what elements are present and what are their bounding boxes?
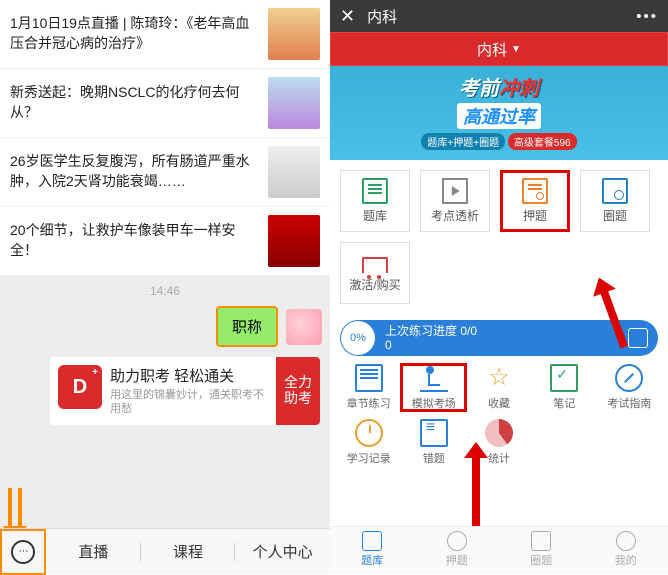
circle-icon bbox=[531, 531, 551, 551]
app-header: ✕ 内科 ••• bbox=[330, 0, 668, 32]
article-item[interactable]: 新秀送起：晚期NSCLC的化疗何去何从？ bbox=[0, 69, 330, 138]
tool-notes[interactable]: 笔记 bbox=[532, 364, 597, 411]
compass-icon bbox=[615, 364, 643, 392]
article-title: 1月10日19点直播 | 陈琦玲：《老年高血压合并冠心病的治疗》 bbox=[10, 14, 268, 53]
bottom-menu: 直播 课程 个人中心 bbox=[0, 528, 330, 574]
more-icon[interactable]: ••• bbox=[636, 8, 658, 25]
feature-analysis[interactable]: 考点透析 bbox=[420, 170, 490, 232]
annotation-arrows bbox=[8, 488, 22, 528]
promo-badge: 全力助考 bbox=[276, 357, 320, 425]
exam-icon bbox=[420, 364, 448, 392]
clock-icon bbox=[355, 419, 383, 447]
promo-title: 助力职考 轻松通关 bbox=[110, 365, 272, 386]
article-title: 26岁医学生反复腹泻，所有肠道严重水肿，入院2天肾功能衰竭…… bbox=[10, 152, 268, 191]
wechat-chat-panel: 1月10日19点直播 | 陈琦玲：《老年高血压合并冠心病的治疗》 新秀送起：晚期… bbox=[0, 0, 330, 574]
article-thumb bbox=[268, 146, 320, 198]
target-icon bbox=[447, 531, 467, 551]
keyboard-toggle-button[interactable] bbox=[0, 529, 46, 575]
feature-predict[interactable]: 押题 bbox=[500, 170, 570, 232]
tool-history[interactable]: 学习记录 bbox=[336, 419, 401, 466]
header-title: 内科 bbox=[367, 6, 397, 27]
nav-circle[interactable]: 圈题 bbox=[499, 527, 584, 574]
avatar[interactable] bbox=[286, 309, 322, 345]
article-thumb bbox=[268, 215, 320, 267]
article-thumb bbox=[268, 77, 320, 129]
feature-circle[interactable]: 圈题 bbox=[580, 170, 650, 232]
pie-icon bbox=[485, 419, 513, 447]
tool-row-2: 学习记录 错题 统计 bbox=[330, 411, 668, 518]
article-title: 新秀送起：晚期NSCLC的化疗何去何从？ bbox=[10, 83, 268, 122]
bank-icon bbox=[362, 531, 382, 551]
chevron-down-icon: ▼ bbox=[511, 44, 521, 55]
progress-bar[interactable]: 0% 上次练习进度 0/0 0 bbox=[340, 320, 658, 356]
article-item[interactable]: 1月10日19点直播 | 陈琦玲：《老年高血压合并冠心病的治疗》 bbox=[0, 0, 330, 69]
article-item[interactable]: 26岁医学生反复腹泻，所有肠道严重水肿，入院2天肾功能衰竭…… bbox=[0, 138, 330, 207]
bottom-nav: 题库 押题 圈题 我的 bbox=[330, 526, 668, 574]
document-icon bbox=[362, 178, 388, 204]
promo-banner[interactable]: 考前冲刺 高通过率 题库+押题+圈题 高级套餐596 bbox=[330, 66, 668, 160]
list-icon bbox=[420, 419, 448, 447]
tool-wrong[interactable]: 错题 bbox=[401, 419, 466, 466]
promo-subtitle: 用这里的锦囊妙计，通关职考不用愁 bbox=[110, 388, 272, 417]
nav-me[interactable]: 我的 bbox=[584, 527, 668, 574]
annotation-arrow bbox=[472, 456, 480, 526]
progress-percent: 0% bbox=[341, 321, 375, 355]
search-doc-icon bbox=[602, 178, 628, 204]
menu-tab-profile[interactable]: 个人中心 bbox=[235, 541, 330, 562]
feature-question-bank[interactable]: 题库 bbox=[340, 170, 410, 232]
article-item[interactable]: 20个细节，让救护车像装甲车一样安全！ bbox=[0, 207, 330, 276]
menu-tab-course[interactable]: 课程 bbox=[141, 541, 236, 562]
edit-icon[interactable] bbox=[628, 328, 648, 348]
close-icon[interactable]: ✕ bbox=[340, 6, 355, 27]
article-thumb bbox=[268, 8, 320, 60]
promo-logo: D bbox=[58, 365, 102, 409]
nav-predict[interactable]: 押题 bbox=[415, 527, 500, 574]
feature-purchase[interactable]: 激活/购买 bbox=[340, 242, 410, 304]
tool-mock-exam[interactable]: 模拟考场 bbox=[401, 364, 466, 411]
user-icon bbox=[616, 531, 636, 551]
app-panel: ✕ 内科 ••• 内科 ▼ 考前冲刺 高通过率 题库+押题+圈题 高级套餐596… bbox=[330, 0, 668, 574]
tool-favorite[interactable]: ☆收藏 bbox=[466, 364, 531, 411]
menu-tab-live[interactable]: 直播 bbox=[46, 541, 141, 562]
tool-chapter[interactable]: 章节练习 bbox=[336, 364, 401, 411]
play-icon bbox=[442, 178, 468, 204]
tool-guide[interactable]: 考试指南 bbox=[597, 364, 662, 411]
progress-label: 上次练习进度 0/0 bbox=[385, 324, 628, 338]
keyboard-icon bbox=[11, 540, 35, 564]
timestamp: 14:46 bbox=[0, 276, 330, 302]
category-label: 内科 bbox=[477, 39, 507, 60]
sent-message-row: 职称 bbox=[0, 302, 330, 357]
star-icon: ☆ bbox=[485, 364, 513, 392]
note-icon bbox=[522, 178, 548, 204]
notes-icon bbox=[550, 364, 578, 392]
category-dropdown[interactable]: 内科 ▼ bbox=[330, 32, 668, 66]
cart-icon bbox=[362, 257, 388, 273]
nav-bank[interactable]: 题库 bbox=[330, 527, 415, 574]
feature-grid: 题库 考点透析 押题 圈题 激活/购买 bbox=[330, 160, 668, 314]
article-title: 20个细节，让救护车像装甲车一样安全！ bbox=[10, 221, 268, 260]
promo-card[interactable]: D 助力职考 轻松通关 用这里的锦囊妙计，通关职考不用愁 全力助考 bbox=[50, 357, 320, 425]
tool-row-1: 章节练习 模拟考场 ☆收藏 笔记 考试指南 bbox=[330, 356, 668, 411]
sent-message-bubble[interactable]: 职称 bbox=[216, 306, 278, 347]
book-icon bbox=[355, 364, 383, 392]
progress-sub: 0 bbox=[385, 338, 628, 352]
